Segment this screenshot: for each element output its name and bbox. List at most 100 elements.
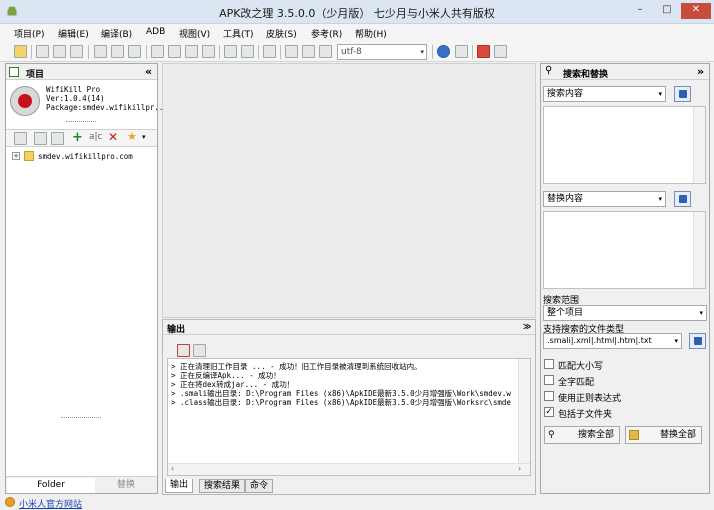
menu-help[interactable]: 帮助(H) (355, 27, 387, 40)
folder-icon (24, 151, 34, 161)
weibo-icon[interactable] (477, 45, 490, 58)
project-panel: 项目 « WifiKill Pro Ver:1.0.4(14) Package:… (5, 63, 168, 494)
replace-content-select[interactable]: 替换内容 ▾ (543, 191, 666, 207)
file-types-select[interactable]: .smali|.xml|.html|.htm|.txt ▾ (543, 333, 682, 349)
add-icon[interactable]: + (72, 130, 83, 145)
subfolders-checkbox[interactable]: ✓ (544, 407, 554, 417)
favorite-icon[interactable]: ★ (127, 130, 137, 143)
bug-icon[interactable] (455, 45, 468, 58)
menu-skin[interactable]: 皮肤(S) (266, 27, 297, 40)
rename-icon[interactable]: a|c (89, 132, 103, 142)
sign-icon[interactable] (53, 45, 66, 58)
output-horizontal-scrollbar[interactable]: ‹ › (168, 463, 530, 475)
maximize-button[interactable]: □ (654, 3, 680, 19)
output-vertical-scrollbar[interactable] (518, 359, 530, 463)
splitter-grip[interactable] (66, 121, 96, 125)
tree-item-package[interactable]: smdev.wifikillpro.com (38, 152, 133, 161)
menu-build[interactable]: 编译(B) (101, 27, 132, 40)
file-types-value: .smali|.xml|.html|.htm|.txt (547, 336, 652, 345)
encoding-select[interactable]: utf-8 ▾ (337, 44, 427, 60)
clear-output-icon[interactable] (177, 344, 190, 357)
refresh-icon[interactable] (51, 132, 64, 145)
search-all-button[interactable]: ⚲ 搜索全部 (544, 426, 620, 444)
close-button[interactable]: ✕ (681, 3, 711, 19)
menu-adb[interactable]: ADB (146, 27, 165, 37)
help-icon[interactable] (437, 45, 450, 58)
tab-replace[interactable]: 替换 (96, 478, 156, 493)
output-line: > .smali输出目录: D:\Program Files (x86)\Apk… (171, 389, 511, 398)
decompile-icon[interactable] (34, 132, 47, 145)
home-icon[interactable] (494, 45, 507, 58)
output-collapse-icon[interactable]: ≫ (523, 322, 531, 331)
replace-textarea[interactable] (543, 211, 706, 289)
compile-icon[interactable] (36, 45, 49, 58)
app-logo (10, 86, 40, 116)
collapse-panel-button[interactable]: « (145, 65, 152, 78)
copy-output-icon[interactable] (193, 344, 206, 357)
search-content-select[interactable]: 搜索内容 ▾ (543, 86, 666, 102)
replace-content-label: 替换内容 (547, 194, 584, 204)
bottom-splitter-grip[interactable] (61, 417, 101, 421)
search-panel: ⚲ 搜索和替换 » 搜索内容 ▾ 替换内容 ▾ 搜索范围 整个项目 ▾ 支持搜索的文件… (540, 63, 710, 494)
binoculars-icon: ⚲ (548, 430, 555, 440)
official-site-link[interactable]: 小米人官方网站 (19, 497, 82, 510)
search-textarea[interactable] (543, 106, 706, 184)
replace-all-button[interactable]: 替换全部 (625, 426, 702, 444)
tab-output[interactable]: 输出 (165, 479, 194, 493)
layout-icon[interactable] (302, 45, 315, 58)
tab-search-results[interactable]: 搜索结果 (199, 479, 246, 493)
search-all-label: 搜索全部 (578, 430, 615, 440)
output-line: > 正在反编译Apk... - 成功！ (171, 371, 281, 380)
favorite-dropdown-icon[interactable]: ▾ (142, 133, 146, 141)
undo-icon[interactable] (224, 45, 237, 58)
install-icon[interactable] (70, 45, 83, 58)
paste-icon[interactable] (185, 45, 198, 58)
regex-label: 使用正则表达式 (558, 394, 622, 404)
search-scope-value: 整个项目 (547, 308, 584, 318)
image-icon[interactable] (319, 45, 332, 58)
menu-project[interactable]: 项目(P) (14, 27, 44, 40)
save-as-icon[interactable] (111, 45, 124, 58)
regex-checkbox[interactable] (544, 391, 554, 401)
chevron-down-icon: ▾ (658, 90, 662, 98)
output-tabs: 输出 搜索结果 命令 (165, 479, 535, 494)
replace-button[interactable] (674, 191, 691, 207)
app-package: Package:smdev.wifikillpr... (46, 103, 168, 112)
scroll-right-icon[interactable]: › (518, 464, 521, 473)
minimize-button[interactable]: – (627, 3, 653, 19)
search-button[interactable] (674, 86, 691, 102)
title-bar: APK改之理 3.5.0.0（少月版） 七少月与小米人共有版权 – □ ✕ (0, 0, 714, 24)
search-textarea-scrollbar[interactable] (693, 107, 705, 183)
menu-tools[interactable]: 工具(T) (223, 27, 254, 40)
save-all-icon[interactable] (128, 45, 141, 58)
delete-icon[interactable] (202, 45, 215, 58)
properties-icon[interactable] (14, 132, 27, 145)
chevron-down-icon: ▾ (420, 48, 424, 56)
file-types-button[interactable] (689, 333, 706, 349)
expand-toggle-icon[interactable]: + (12, 152, 20, 160)
scroll-left-icon[interactable]: ‹ (171, 464, 174, 473)
menu-edit[interactable]: 编辑(E) (58, 27, 89, 40)
menu-reference[interactable]: 参考(R) (311, 27, 342, 40)
view-icon[interactable] (285, 45, 298, 58)
menu-bar: 项目(P) 编辑(E) 编译(B) ADB 视图(V) 工具(T) 皮肤(S) … (0, 24, 714, 42)
tab-command[interactable]: 命令 (245, 479, 274, 493)
project-panel-title: 项目 (26, 70, 45, 80)
search-content-label: 搜索内容 (547, 89, 584, 99)
collapse-search-button[interactable]: » (697, 65, 704, 78)
save-icon[interactable] (94, 45, 107, 58)
search-scope-select[interactable]: 整个项目 ▾ (543, 305, 707, 321)
remove-icon[interactable]: ✕ (108, 130, 118, 144)
cut-icon[interactable] (168, 45, 181, 58)
redo-icon[interactable] (241, 45, 254, 58)
project-panel-header: 项目 « (6, 64, 157, 80)
copy-icon[interactable] (151, 45, 164, 58)
open-folder-icon[interactable] (14, 45, 27, 58)
output-log[interactable]: > 正在清理旧工作目录 ... - 成功！旧工作目录被清理到系统回收站内。 > … (167, 358, 531, 476)
tab-folder[interactable]: Folder (7, 478, 95, 493)
find-icon[interactable] (263, 45, 276, 58)
match-case-checkbox[interactable] (544, 359, 554, 369)
replace-textarea-scrollbar[interactable] (693, 212, 705, 288)
menu-view[interactable]: 视图(V) (179, 27, 210, 40)
whole-word-checkbox[interactable] (544, 375, 554, 385)
